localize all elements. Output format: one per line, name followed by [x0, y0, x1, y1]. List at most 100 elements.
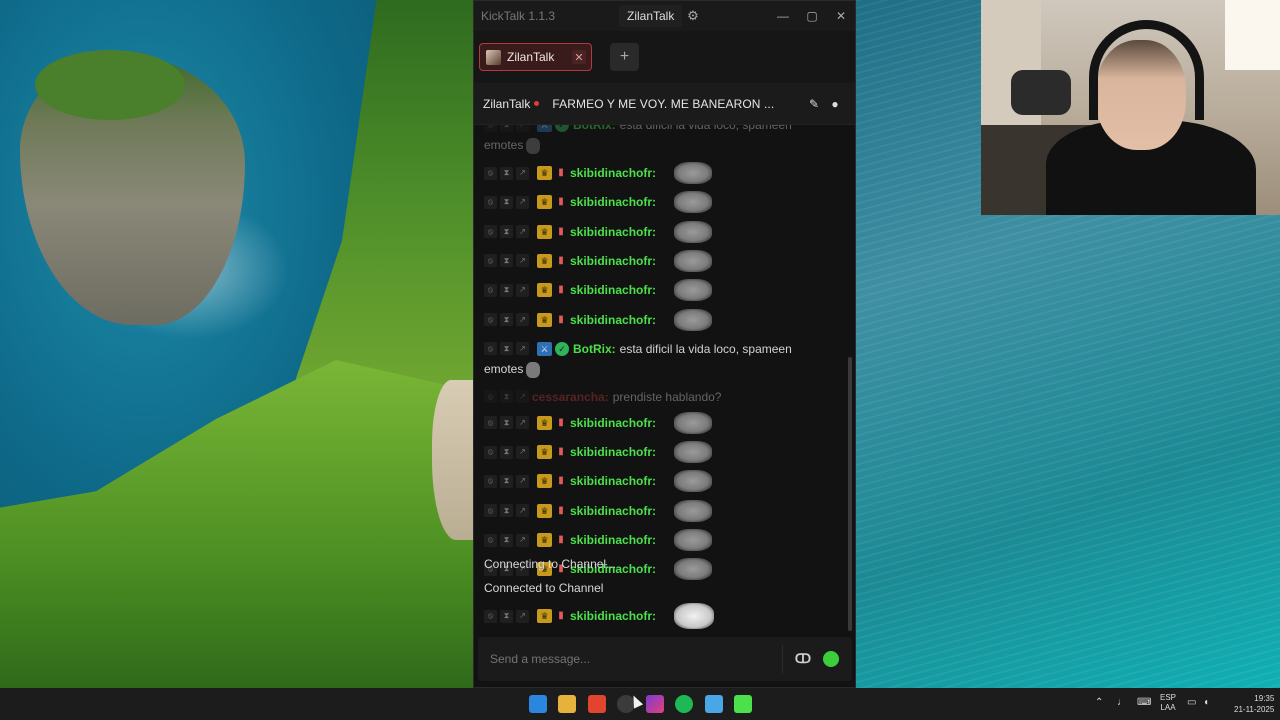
close-icon[interactable]: ✕ [828, 5, 854, 27]
ban-icon[interactable]: ⦸ [484, 416, 497, 430]
chat-username[interactable]: skibidinachofr: [570, 413, 656, 433]
windows-start-icon[interactable] [529, 695, 547, 713]
minimize-icon[interactable]: — [770, 5, 796, 27]
ban-icon[interactable]: ⦸ [484, 533, 497, 547]
ban-icon[interactable]: ⦸ [484, 313, 497, 326]
chat-username[interactable]: skibidinachofr: [570, 606, 656, 626]
ban-icon[interactable]: ⦸ [484, 445, 497, 459]
timeout-icon[interactable]: ⧗ [500, 125, 513, 132]
reply-icon[interactable]: ↗ [516, 342, 529, 356]
reply-icon[interactable]: ↗ [516, 283, 529, 297]
message-input[interactable] [490, 652, 782, 666]
add-tab-button[interactable]: + [610, 43, 639, 71]
chat-username[interactable]: skibidinachofr: [570, 530, 656, 550]
ban-icon[interactable]: ⦸ [484, 125, 497, 132]
reply-icon[interactable]: ↗ [516, 166, 529, 180]
kick-icon[interactable] [734, 695, 752, 713]
tray-chevron-icon[interactable]: ⌃ [1095, 697, 1103, 708]
volume-icon[interactable]: ◖ [1203, 697, 1209, 708]
emote-picker-icon[interactable] [823, 651, 839, 667]
monitor-icon[interactable]: ▭ [1187, 697, 1196, 708]
user-icon[interactable]: ● [827, 96, 843, 112]
chat-username[interactable]: skibidinachofr: [570, 280, 656, 300]
chat-username[interactable]: skibidinachofr: [570, 163, 656, 183]
timeout-icon[interactable]: ⧗ [500, 390, 513, 404]
ban-icon[interactable]: ⦸ [484, 504, 497, 518]
ban-icon[interactable]: ⦸ [484, 225, 497, 239]
timeout-icon[interactable]: ⧗ [500, 195, 513, 209]
timeout-icon[interactable]: ⧗ [500, 166, 513, 180]
timeout-icon[interactable]: ⧗ [500, 533, 513, 547]
close-tab-icon[interactable]: ✕ [572, 50, 586, 64]
wallpaper-rock-top [35, 50, 185, 120]
timeout-icon[interactable]: ⧗ [500, 342, 513, 356]
ban-icon[interactable]: ⦸ [484, 283, 497, 297]
tab-zilantalk[interactable]: ZilanTalk ✕ [479, 43, 592, 71]
pin-icon[interactable]: ✎ [806, 96, 822, 112]
chat-scrollbar[interactable] [848, 357, 852, 631]
title-bar[interactable]: KickTalk 1.1.3 ZilanTalk ⚙ — ▢ ✕ [474, 1, 855, 31]
verified-badge-icon: ✓ [555, 341, 569, 356]
chat-username[interactable]: skibidinachofr: [570, 471, 656, 491]
cup-badge-icon: ▮ [558, 504, 564, 516]
reply-icon[interactable]: ↗ [516, 390, 529, 404]
reply-icon[interactable]: ↗ [516, 445, 529, 459]
chat-username[interactable]: skibidinachofr: [570, 251, 656, 271]
microphone-icon[interactable]: ♩ [1117, 697, 1127, 708]
kick-emotes-icon[interactable]: ↀ [791, 647, 815, 671]
chat-username[interactable]: skibidinachofr: [570, 192, 656, 212]
chat-message: ⦸ ⧗ ↗ ♛ ▮ skibidinachofr: [484, 470, 843, 493]
spotify-icon[interactable] [675, 695, 693, 713]
timeout-icon[interactable]: ⧗ [500, 445, 513, 459]
chat-username[interactable]: skibidinachofr: [570, 501, 656, 521]
gear-icon[interactable]: ⚙ [681, 5, 705, 27]
instagram-icon[interactable] [646, 695, 664, 713]
notepad-icon[interactable] [705, 695, 723, 713]
chat-messages[interactable]: ⦸⧗↗⚔✓BotRix:esta dificil la vida loco, s… [474, 125, 855, 633]
reply-icon[interactable]: ↗ [516, 609, 529, 623]
ban-icon[interactable]: ⦸ [484, 166, 497, 180]
timeout-icon[interactable]: ⧗ [500, 225, 513, 239]
timeout-icon[interactable]: ⧗ [500, 609, 513, 623]
ban-icon[interactable]: ⦸ [484, 609, 497, 623]
reply-icon[interactable]: ↗ [516, 313, 529, 326]
reply-icon[interactable]: ↗ [516, 504, 529, 518]
ban-icon[interactable]: ⦸ [484, 342, 497, 356]
language-indicator[interactable]: ESP LAA [1160, 693, 1176, 713]
chat-message: ⦸ ⧗ ↗ cessarancha: prendiste hablando? [484, 387, 843, 407]
ban-icon[interactable]: ⦸ [484, 390, 497, 404]
reply-icon[interactable]: ↗ [516, 474, 529, 488]
keyboard-icon[interactable]: ⌨ [1137, 697, 1151, 708]
reply-icon[interactable]: ↗ [516, 254, 529, 268]
taskbar-clock[interactable]: 19:35 21-11-2025 [1234, 693, 1274, 715]
title-channel-name[interactable]: ZilanTalk [619, 5, 683, 27]
chat-username[interactable]: BotRix: [573, 339, 616, 359]
timeout-icon[interactable]: ⧗ [500, 283, 513, 297]
reply-icon[interactable]: ↗ [516, 125, 529, 132]
chat-username[interactable]: skibidinachofr: [570, 310, 656, 330]
maximize-icon[interactable]: ▢ [799, 5, 825, 27]
brave-icon[interactable] [588, 695, 606, 713]
webcam-microphone [1011, 70, 1071, 115]
reply-icon[interactable]: ↗ [516, 416, 529, 430]
reply-icon[interactable]: ↗ [516, 195, 529, 209]
timeout-icon[interactable]: ⧗ [500, 504, 513, 518]
timeout-icon[interactable]: ⧗ [500, 416, 513, 430]
timeout-icon[interactable]: ⧗ [500, 474, 513, 488]
chat-username[interactable]: cessarancha: [532, 387, 609, 407]
ban-icon[interactable]: ⦸ [484, 474, 497, 488]
chat-username[interactable]: skibidinachofr: [570, 442, 656, 462]
emote-image [674, 191, 713, 214]
ban-icon[interactable]: ⦸ [484, 254, 497, 268]
timeout-icon[interactable]: ⧗ [500, 313, 513, 326]
chat-username[interactable]: skibidinachofr: [570, 222, 656, 242]
reply-icon[interactable]: ↗ [516, 225, 529, 239]
ban-icon[interactable]: ⦸ [484, 195, 497, 209]
channel-name[interactable]: ZilanTalk [483, 97, 530, 111]
timeout-icon[interactable]: ⧗ [500, 254, 513, 268]
cup-badge-icon: ▮ [558, 534, 564, 545]
language-code: ESP [1160, 693, 1177, 702]
reply-icon[interactable]: ↗ [516, 533, 529, 547]
chat-username[interactable]: BotRix: [573, 125, 616, 135]
file-explorer-icon[interactable] [558, 695, 576, 713]
